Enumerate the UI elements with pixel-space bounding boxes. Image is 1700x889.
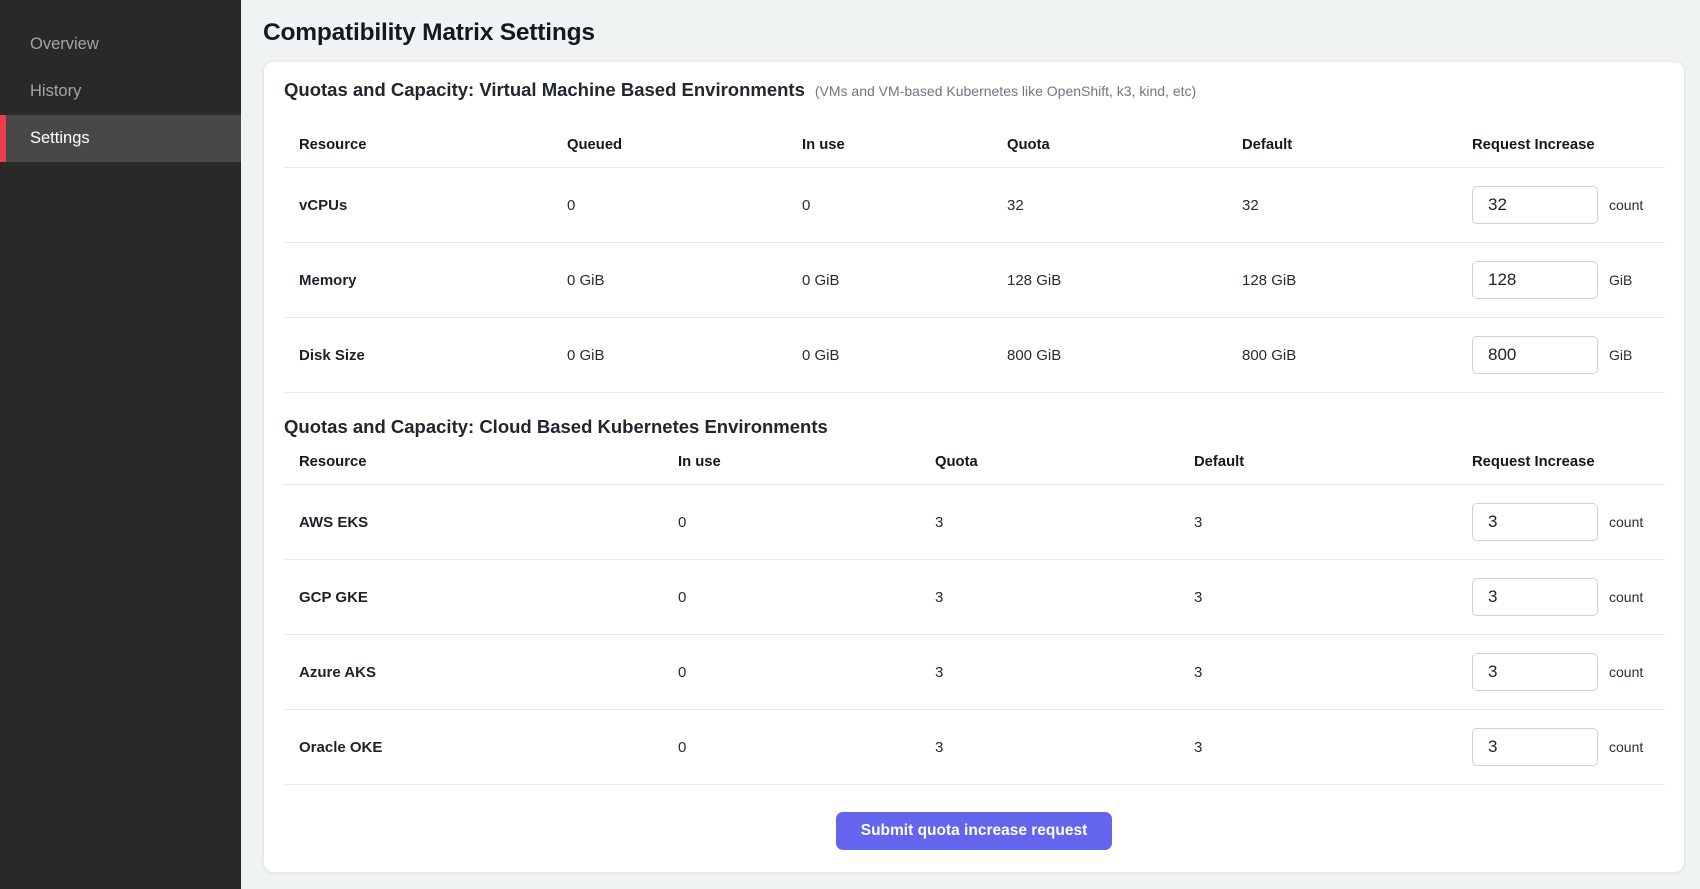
table-row-memory: Memory 0 GiB 0 GiB 128 GiB 128 GiB GiB xyxy=(284,243,1665,318)
cell-resource: Azure AKS xyxy=(284,664,678,681)
unit-label: count xyxy=(1609,664,1643,680)
cell-quota: 3 xyxy=(935,514,1194,531)
cell-in-use: 0 xyxy=(678,739,935,756)
sidebar-item-label: Overview xyxy=(30,35,99,54)
vm-table-header: Resource Queued In use Quota Default Req… xyxy=(284,122,1665,168)
cell-default: 3 xyxy=(1194,739,1472,756)
table-row-aws-eks: AWS EKS 0 3 3 count xyxy=(284,485,1665,560)
table-row-azure-aks: Azure AKS 0 3 3 count xyxy=(284,635,1665,710)
column-header-default: Default xyxy=(1194,454,1472,470)
table-row-vcpus: vCPUs 0 0 32 32 count xyxy=(284,168,1665,243)
cell-request-increase: GiB xyxy=(1472,261,1665,299)
disk-size-request-increase-input[interactable] xyxy=(1472,336,1598,374)
gcp-gke-request-increase-input[interactable] xyxy=(1472,578,1598,616)
oracle-oke-request-increase-input[interactable] xyxy=(1472,728,1598,766)
cell-queued: 0 GiB xyxy=(567,272,802,289)
column-header-quota: Quota xyxy=(1007,137,1242,153)
cell-resource: Disk Size xyxy=(284,347,567,364)
cell-default: 128 GiB xyxy=(1242,272,1472,289)
cell-request-increase: count xyxy=(1472,653,1665,691)
sidebar-item-label: Settings xyxy=(30,129,90,148)
cell-default: 800 GiB xyxy=(1242,347,1472,364)
sidebar: Overview History Settings xyxy=(0,0,241,889)
cell-resource: Memory xyxy=(284,272,567,289)
cell-quota: 3 xyxy=(935,589,1194,606)
cell-resource: vCPUs xyxy=(284,197,567,214)
settings-card: Quotas and Capacity: Virtual Machine Bas… xyxy=(263,61,1685,873)
unit-label: count xyxy=(1609,739,1643,755)
cell-default: 3 xyxy=(1194,589,1472,606)
cloud-table-header: Resource In use Quota Default Request In… xyxy=(284,439,1665,485)
vm-section-heading: Quotas and Capacity: Virtual Machine Bas… xyxy=(284,79,1664,101)
cell-resource: AWS EKS xyxy=(284,514,678,531)
table-row-gcp-gke: GCP GKE 0 3 3 count xyxy=(284,560,1665,635)
sidebar-item-history[interactable]: History xyxy=(0,68,241,115)
cell-queued: 0 GiB xyxy=(567,347,802,364)
column-header-in-use: In use xyxy=(802,137,1007,153)
column-header-resource: Resource xyxy=(284,137,567,153)
unit-label: GiB xyxy=(1609,347,1632,363)
cell-in-use: 0 GiB xyxy=(802,272,1007,289)
cell-request-increase: count xyxy=(1472,578,1665,616)
sidebar-nav: Overview History Settings xyxy=(0,21,241,162)
cell-quota: 3 xyxy=(935,739,1194,756)
sidebar-item-label: History xyxy=(30,82,81,101)
sidebar-item-settings[interactable]: Settings xyxy=(0,115,241,162)
azure-aks-request-increase-input[interactable] xyxy=(1472,653,1598,691)
column-header-in-use: In use xyxy=(678,454,935,470)
unit-label: count xyxy=(1609,589,1643,605)
cell-default: 3 xyxy=(1194,514,1472,531)
unit-label: GiB xyxy=(1609,272,1632,288)
cell-in-use: 0 GiB xyxy=(802,347,1007,364)
button-row: Submit quota increase request xyxy=(284,812,1664,850)
cell-quota: 3 xyxy=(935,664,1194,681)
cloud-quota-table: Resource In use Quota Default Request In… xyxy=(284,439,1665,785)
sidebar-item-overview[interactable]: Overview xyxy=(0,21,241,68)
cell-request-increase: count xyxy=(1472,728,1665,766)
unit-label: count xyxy=(1609,514,1643,530)
memory-request-increase-input[interactable] xyxy=(1472,261,1598,299)
cell-default: 32 xyxy=(1242,197,1472,214)
app-window: Overview History Settings Compatibility … xyxy=(0,0,1700,889)
column-header-request-increase: Request Increase xyxy=(1472,137,1665,153)
vm-section-title: Quotas and Capacity: Virtual Machine Bas… xyxy=(284,79,805,101)
cell-quota: 128 GiB xyxy=(1007,272,1242,289)
cell-request-increase: count xyxy=(1472,503,1665,541)
column-header-quota: Quota xyxy=(935,454,1194,470)
cell-request-increase: GiB xyxy=(1472,336,1665,374)
cell-in-use: 0 xyxy=(678,664,935,681)
cloud-section-title: Quotas and Capacity: Cloud Based Kuberne… xyxy=(284,416,1664,438)
cell-quota: 32 xyxy=(1007,197,1242,214)
cell-resource: Oracle OKE xyxy=(284,739,678,756)
column-header-queued: Queued xyxy=(567,137,802,153)
vm-section-subtitle: (VMs and VM-based Kubernetes like OpenSh… xyxy=(815,83,1196,99)
table-row-disk-size: Disk Size 0 GiB 0 GiB 800 GiB 800 GiB Gi… xyxy=(284,318,1665,393)
table-row-oracle-oke: Oracle OKE 0 3 3 count xyxy=(284,710,1665,785)
cell-default: 3 xyxy=(1194,664,1472,681)
main-content: Compatibility Matrix Settings Quotas and… xyxy=(241,0,1700,889)
submit-quota-increase-button[interactable]: Submit quota increase request xyxy=(836,812,1113,850)
page-title: Compatibility Matrix Settings xyxy=(263,19,1685,47)
unit-label: count xyxy=(1609,197,1643,213)
cell-in-use: 0 xyxy=(678,514,935,531)
vcpus-request-increase-input[interactable] xyxy=(1472,186,1598,224)
aws-eks-request-increase-input[interactable] xyxy=(1472,503,1598,541)
cell-resource: GCP GKE xyxy=(284,589,678,606)
vm-quota-table: Resource Queued In use Quota Default Req… xyxy=(284,122,1665,393)
column-header-resource: Resource xyxy=(284,454,678,470)
cell-in-use: 0 xyxy=(678,589,935,606)
cell-quota: 800 GiB xyxy=(1007,347,1242,364)
column-header-request-increase: Request Increase xyxy=(1472,454,1665,470)
cell-queued: 0 xyxy=(567,197,802,214)
column-header-default: Default xyxy=(1242,137,1472,153)
cell-request-increase: count xyxy=(1472,186,1665,224)
cell-in-use: 0 xyxy=(802,197,1007,214)
